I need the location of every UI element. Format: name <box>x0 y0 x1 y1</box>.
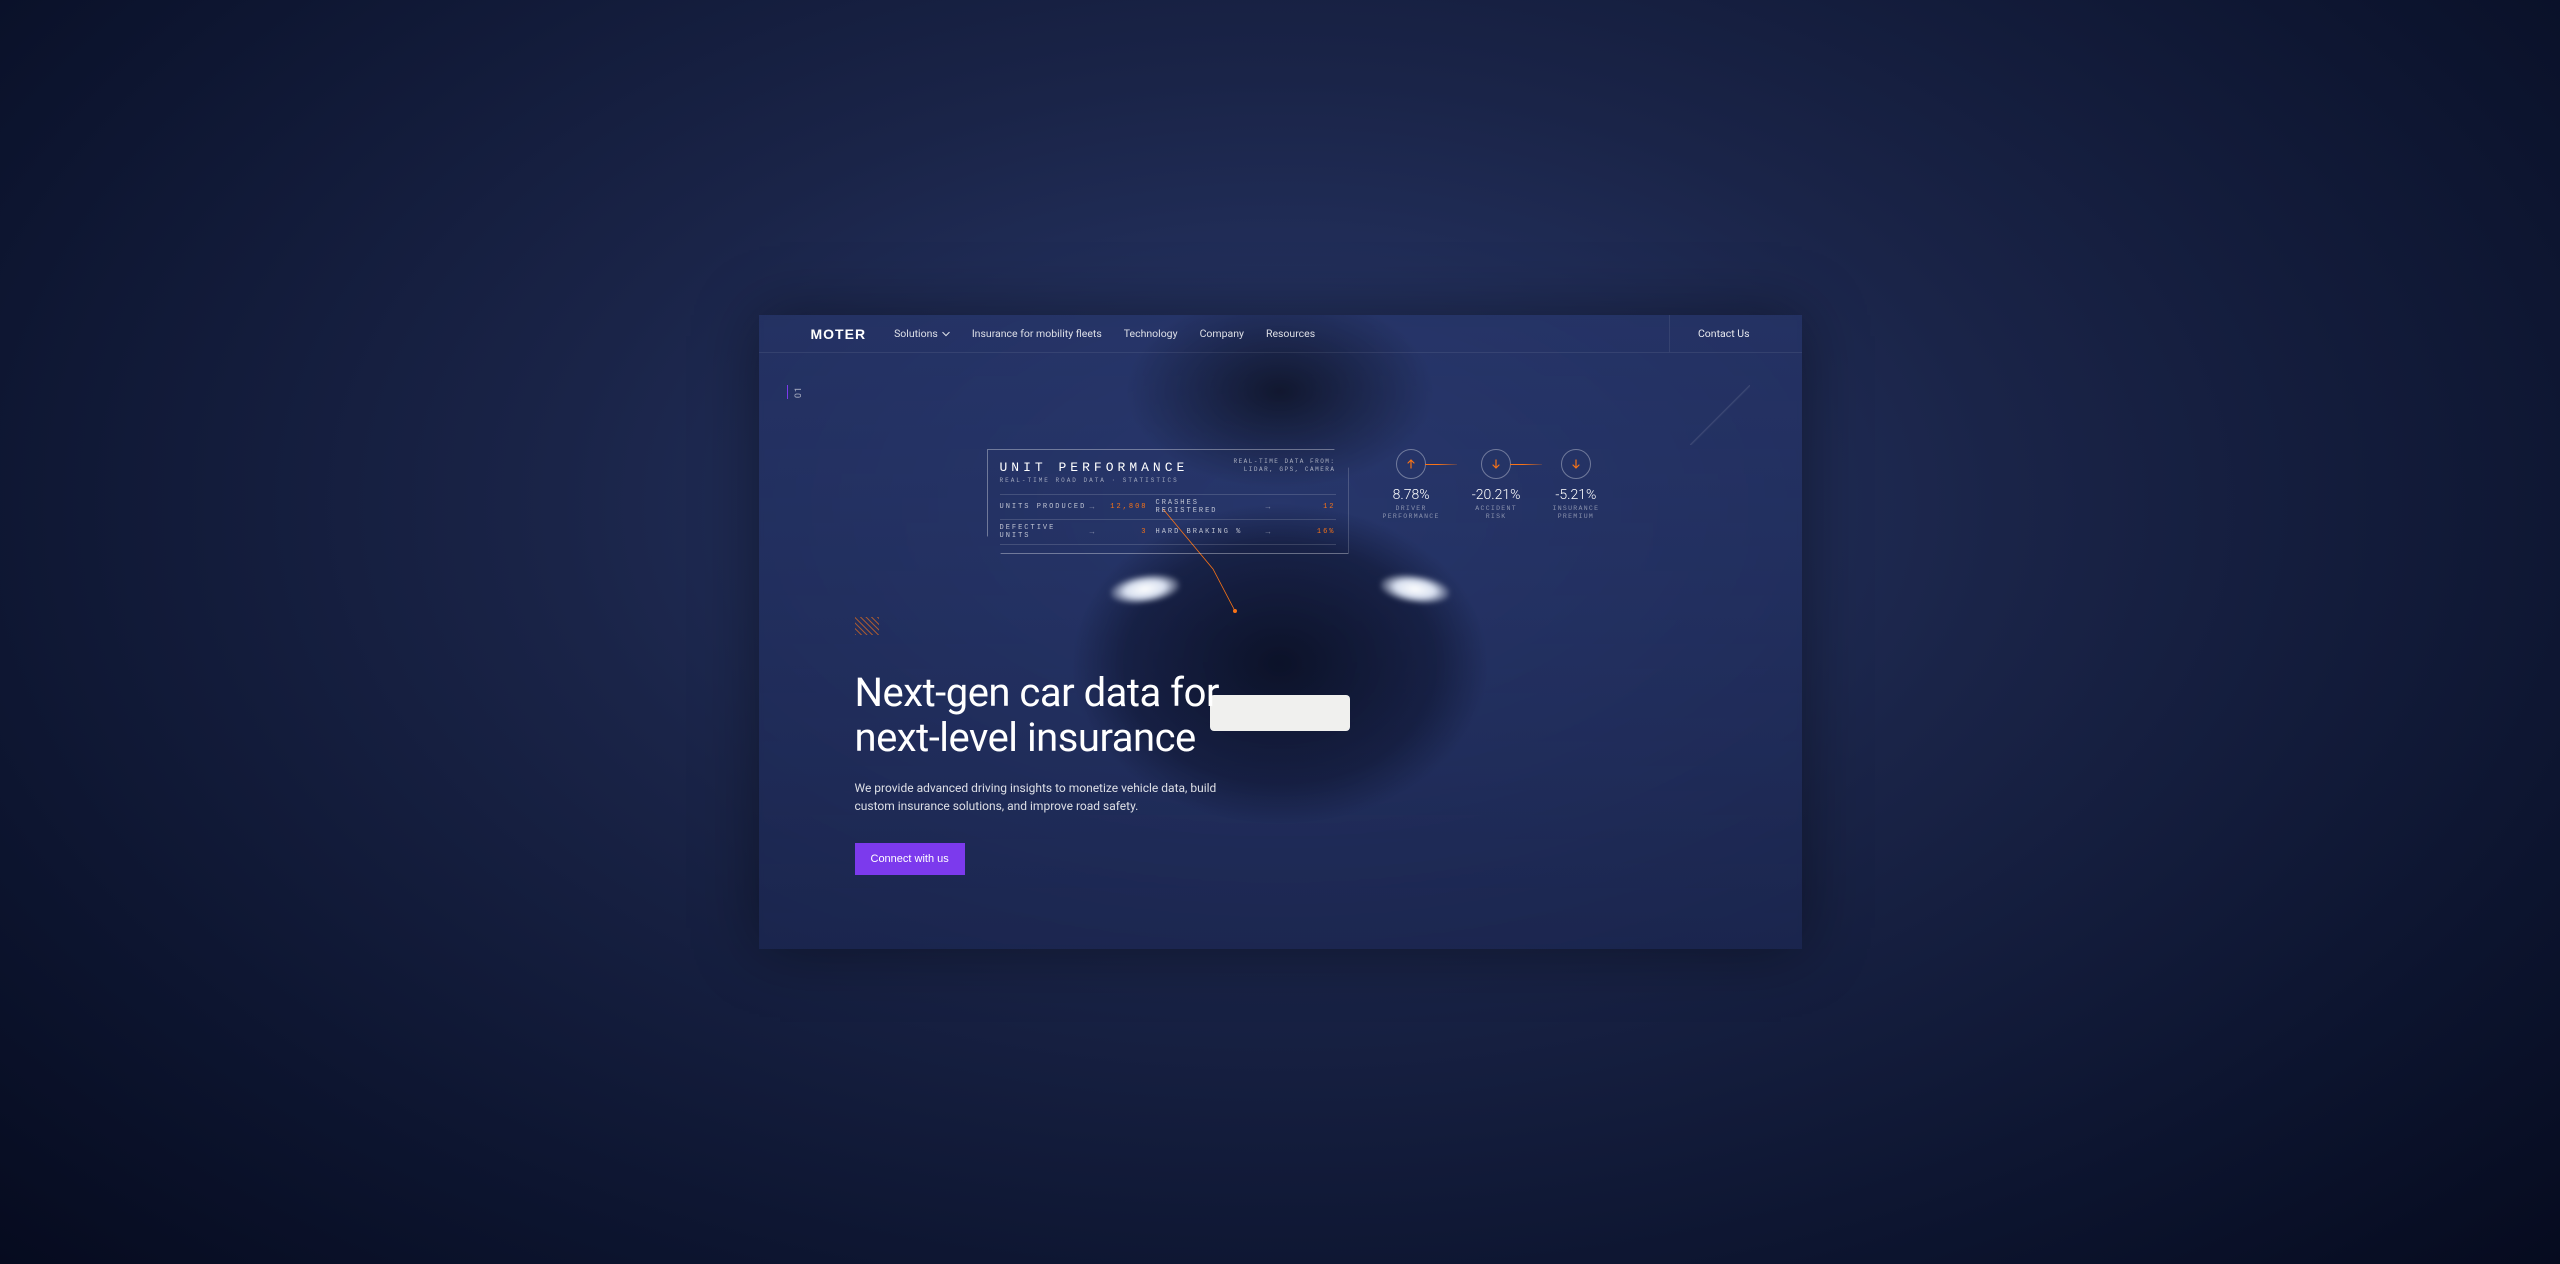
contact-link[interactable]: Contact Us <box>1698 327 1750 340</box>
headlight-right <box>1378 570 1451 607</box>
section-marker-bar <box>787 385 788 399</box>
metric-insurance-premium: -5.21% INSURANCE PREMIUM <box>1553 449 1600 522</box>
arrow-down-icon <box>1561 449 1591 479</box>
metrics-row: 8.78% DRIVER PERFORMANCE -20.21% ACCIDEN… <box>1383 449 1600 522</box>
connect-button[interactable]: Connect with us <box>855 843 965 875</box>
hud-row-value-left: 3 <box>1108 528 1156 536</box>
nav-item-label: Solutions <box>894 327 938 340</box>
metric-value: 8.78% <box>1393 487 1430 503</box>
hud-row-label-right: CRASHES REGISTERED <box>1156 499 1266 515</box>
metric-value: -5.21% <box>1555 487 1596 503</box>
metric-label: DRIVER PERFORMANCE <box>1383 505 1440 522</box>
metric-label: INSURANCE PREMIUM <box>1553 505 1600 522</box>
hero-title: Next-gen car data for next-level insuran… <box>855 671 1235 761</box>
hud-panel: UNIT PERFORMANCE REAL-TIME ROAD DATA · S… <box>987 449 1349 554</box>
nav-item-insurance-fleets[interactable]: Insurance for mobility fleets <box>972 327 1102 340</box>
hero-subtitle: We provide advanced driving insights to … <box>855 779 1235 815</box>
accent-hatch <box>855 617 879 635</box>
arrow-right-icon: → <box>1266 503 1284 512</box>
arrow-up-icon <box>1396 449 1426 479</box>
brand-logo[interactable]: MOTER <box>811 326 867 342</box>
arrow-right-icon: → <box>1090 503 1108 512</box>
arrow-right-icon: → <box>1090 528 1108 537</box>
hud-rows: UNITS PRODUCED → 12,808 CRASHES REGISTER… <box>1000 494 1336 545</box>
metric-accident-risk: -20.21% ACCIDENT RISK <box>1472 449 1521 522</box>
hud-row-value-right: 16% <box>1284 528 1336 536</box>
metric-connector <box>1425 464 1457 465</box>
hud-source-line2: LIDAR, GPS, CAMERA <box>1233 466 1335 474</box>
nav-item-label: Insurance for mobility fleets <box>972 327 1102 340</box>
hud-row-label-right: HARD BRAKING % <box>1156 528 1266 536</box>
arrow-down-icon <box>1481 449 1511 479</box>
nav-right: Contact Us <box>1669 315 1750 352</box>
nav-item-label: Company <box>1200 327 1244 340</box>
navbar: MOTER Solutions Insurance for mobility f… <box>759 315 1802 353</box>
nav-item-solutions[interactable]: Solutions <box>894 327 950 340</box>
nav-item-label: Resources <box>1266 327 1315 340</box>
nav-item-resources[interactable]: Resources <box>1266 327 1315 340</box>
section-marker-text: 01 <box>794 386 804 398</box>
hud-row-value-right: 12 <box>1284 503 1336 511</box>
hero-page: MOTER Solutions Insurance for mobility f… <box>759 315 1802 949</box>
metric-driver-performance: 8.78% DRIVER PERFORMANCE <box>1383 449 1440 522</box>
hud-row-label-left: UNITS PRODUCED <box>1000 503 1090 511</box>
metric-connector <box>1510 464 1542 465</box>
nav-item-company[interactable]: Company <box>1200 327 1244 340</box>
headlight-left <box>1108 570 1181 607</box>
frame-corner-tr <box>1690 385 1750 445</box>
nav-item-technology[interactable]: Technology <box>1124 327 1178 340</box>
hud-row: UNITS PRODUCED → 12,808 CRASHES REGISTER… <box>1000 494 1336 519</box>
hud-row-value-left: 12,808 <box>1108 503 1156 511</box>
chevron-down-icon <box>942 330 950 338</box>
hud-source-note: REAL-TIME DATA FROM: LIDAR, GPS, CAMERA <box>1233 458 1335 475</box>
hud-row: DEFECTIVE UNITS → 3 HARD BRAKING % → 16% <box>1000 519 1336 545</box>
hud-source-line1: REAL-TIME DATA FROM: <box>1233 458 1335 466</box>
hero-block: Next-gen car data for next-level insuran… <box>855 671 1235 875</box>
hud-subtitle: REAL-TIME ROAD DATA · STATISTICS <box>1000 477 1336 484</box>
section-marker: 01 <box>787 385 804 399</box>
metric-value: -20.21% <box>1472 487 1521 503</box>
metric-label: ACCIDENT RISK <box>1475 505 1517 522</box>
arrow-right-icon: → <box>1266 528 1284 537</box>
nav-item-label: Technology <box>1124 327 1178 340</box>
hud-row-label-left: DEFECTIVE UNITS <box>1000 524 1090 540</box>
nav-links: Solutions Insurance for mobility fleets … <box>894 327 1315 340</box>
